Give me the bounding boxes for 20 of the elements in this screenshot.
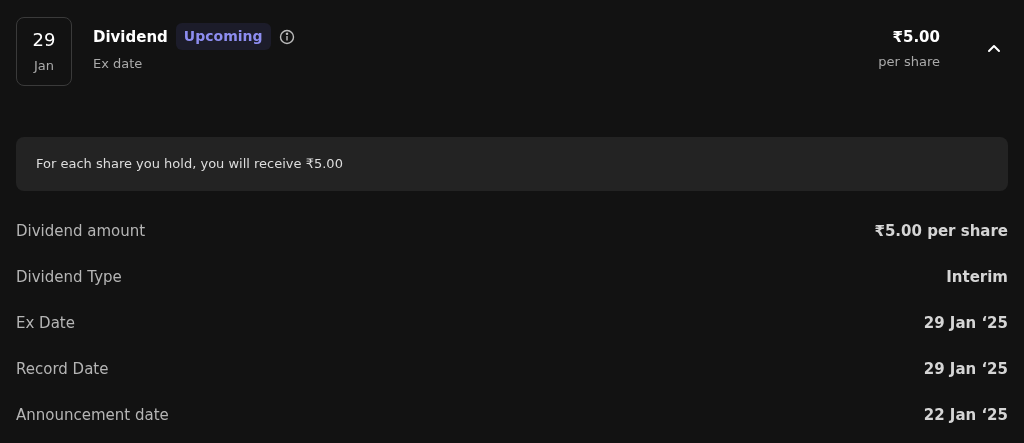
amount: ₹5.00 <box>892 26 940 48</box>
event-title: Dividend <box>93 26 168 48</box>
event-subtitle: Ex date <box>93 55 144 74</box>
detail-label: Ex Date <box>16 312 75 334</box>
date-month: Jan <box>33 56 54 75</box>
detail-value: ₹5.00 per share <box>874 220 1008 242</box>
detail-value: 29 Jan ‘25 <box>923 358 1008 380</box>
detail-label: Dividend amount <box>16 220 146 242</box>
amount-unit: per share <box>878 53 940 71</box>
detail-label: Dividend Type <box>16 266 122 288</box>
detail-label: Announcement date <box>16 404 169 426</box>
detail-value: 29 Jan ‘25 <box>923 312 1008 334</box>
detail-value: 22 Jan ‘25 <box>923 404 1008 426</box>
detail-value: Interim <box>946 266 1008 288</box>
detail-label: Record Date <box>16 358 109 380</box>
date-day: 29 <box>32 27 56 52</box>
info-note: For each share you hold, you will receive ₹5.00 <box>16 137 1008 191</box>
info-icon[interactable] <box>278 28 295 45</box>
chevron-icon <box>987 44 1001 53</box>
status-badge: Upcoming <box>175 23 271 51</box>
